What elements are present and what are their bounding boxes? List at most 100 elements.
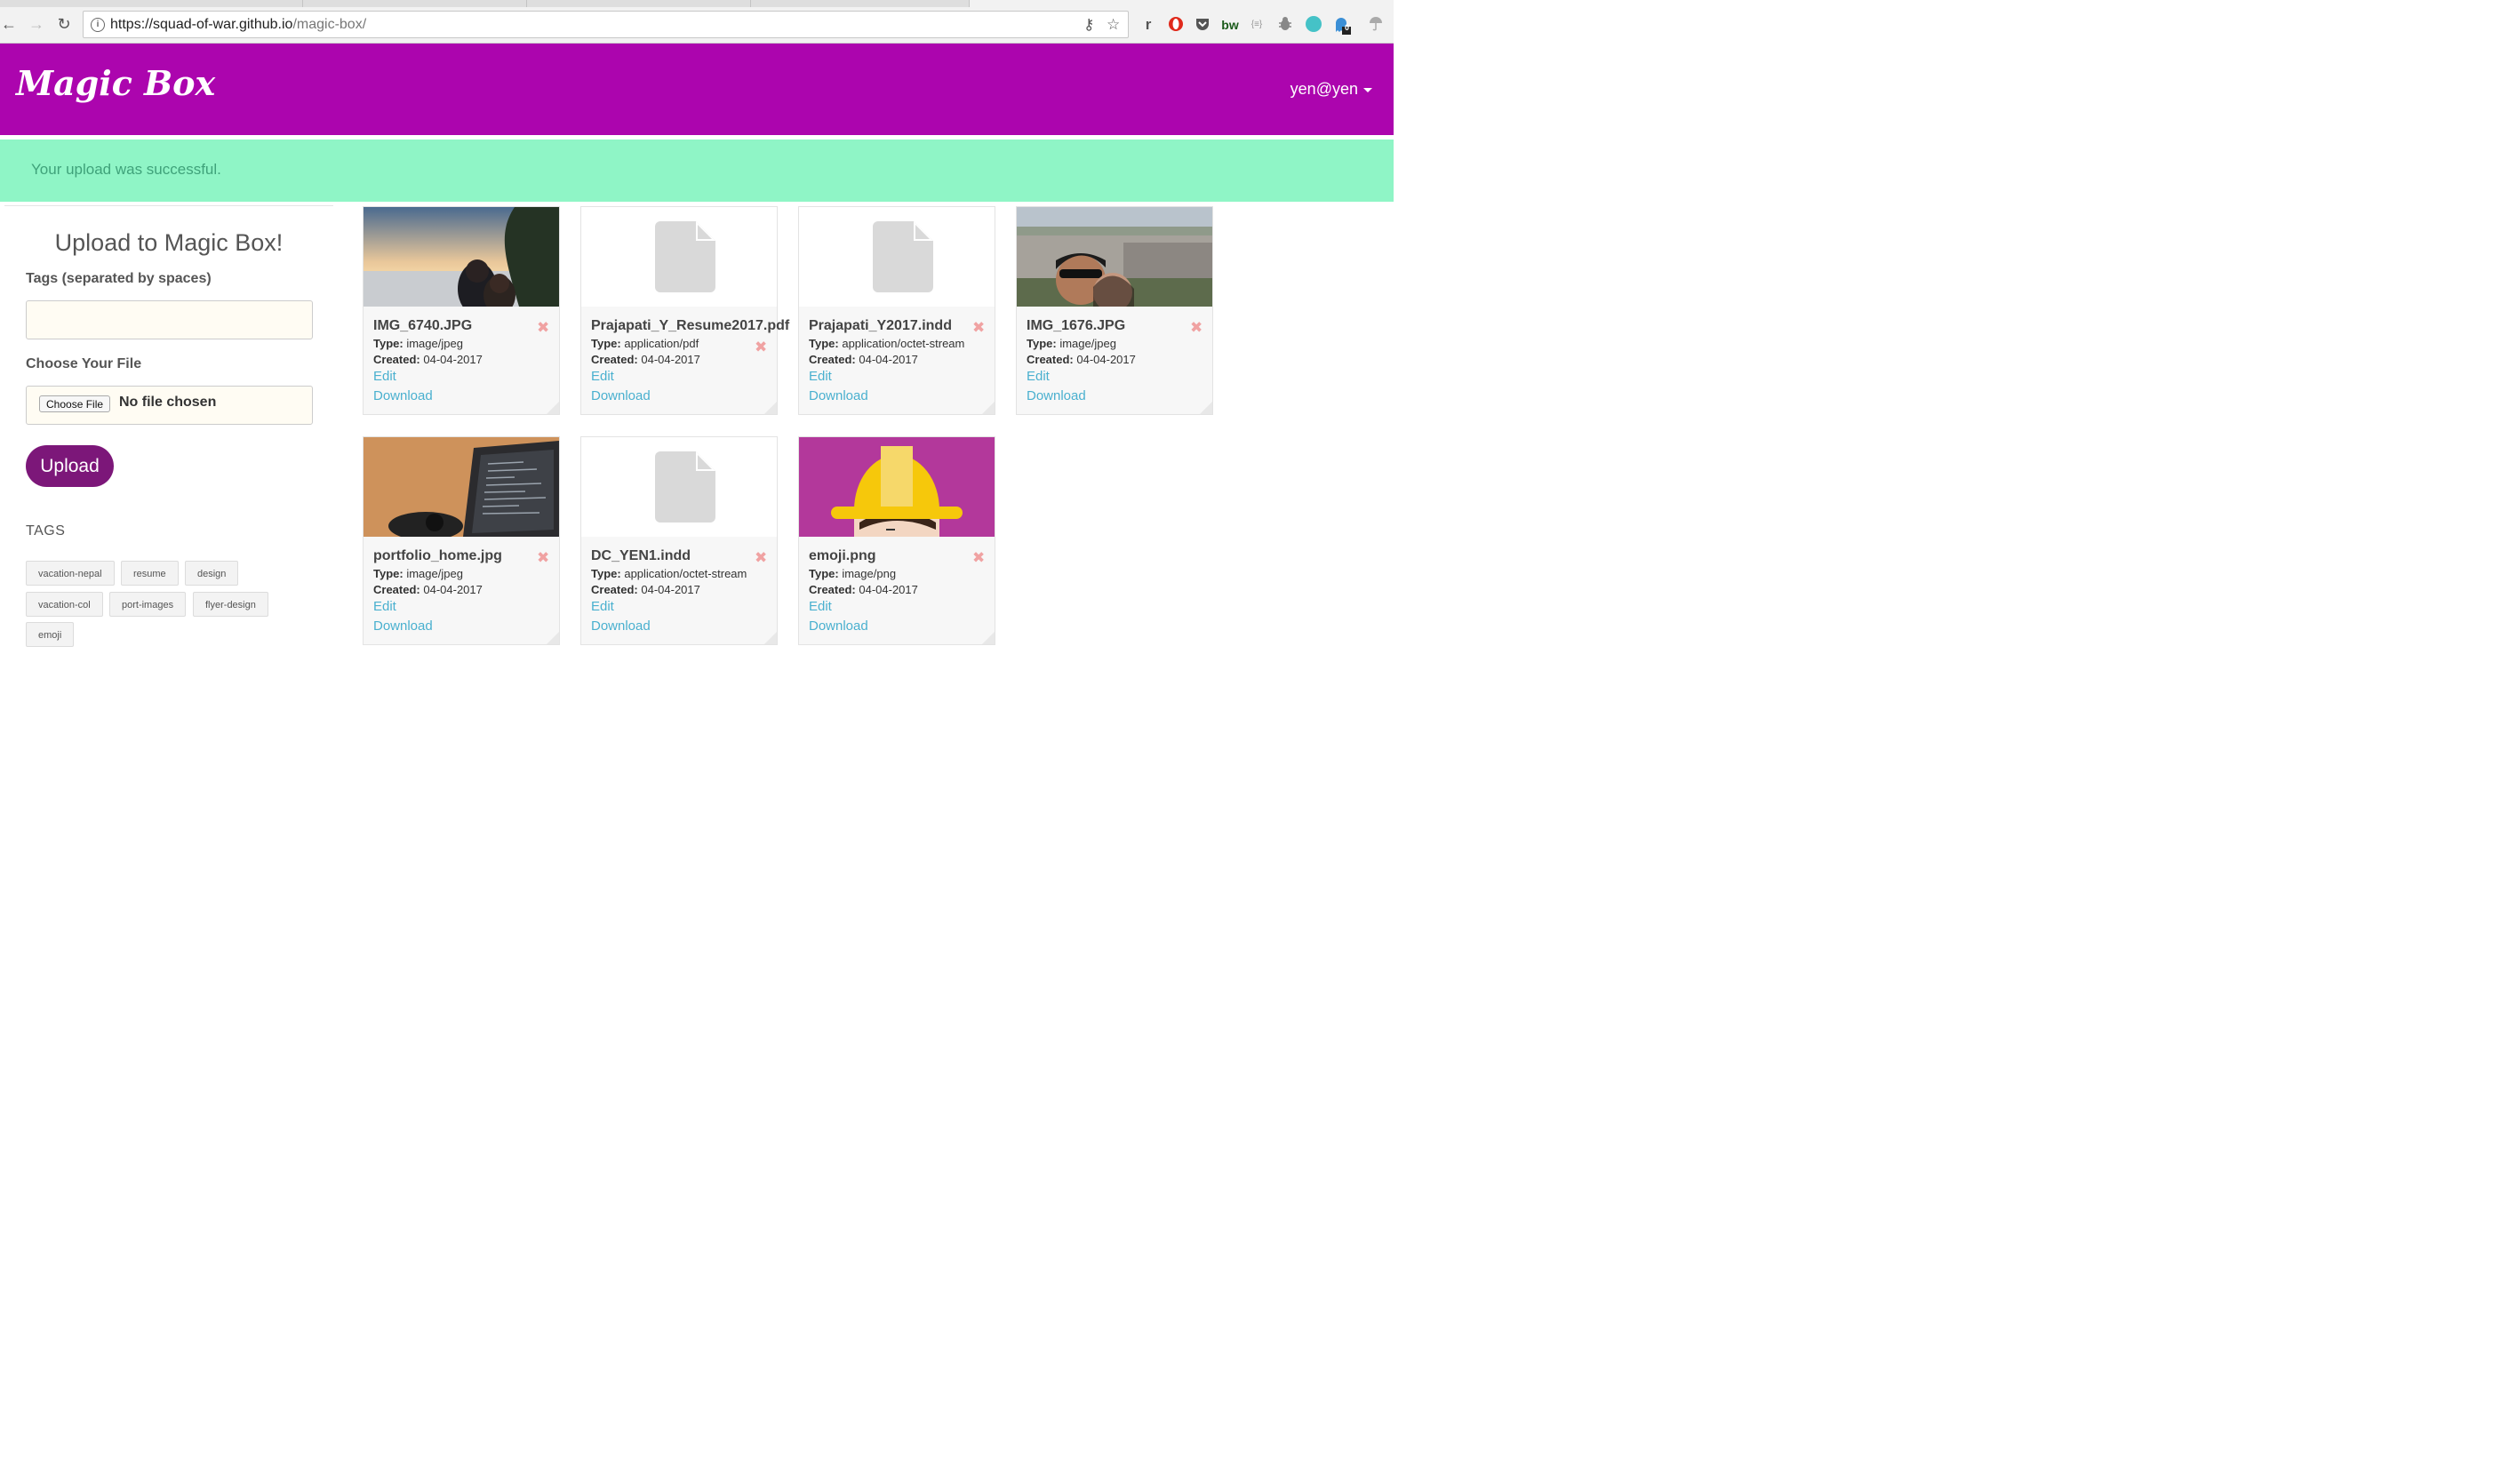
info-icon[interactable]: i	[91, 18, 105, 32]
edit-link[interactable]: Edit	[809, 599, 832, 614]
file-created: Created: 04-04-2017	[591, 583, 700, 596]
delete-x-icon[interactable]: ✖	[537, 319, 549, 337]
teal-circle-extension-icon[interactable]	[1305, 16, 1322, 34]
file-name: emoji.png	[809, 548, 876, 563]
tag-resume[interactable]: resume	[121, 561, 179, 586]
resize-corner	[764, 402, 777, 414]
upload-button[interactable]: Upload	[26, 445, 114, 487]
file-type: Type: image/jpeg	[373, 567, 463, 580]
opera-extension-icon[interactable]	[1167, 16, 1185, 34]
delete-x-icon[interactable]: ✖	[537, 549, 549, 567]
document-icon-thumbnail[interactable]	[799, 207, 995, 307]
file-created: Created: 04-04-2017	[373, 353, 483, 366]
file-type: Type: image/jpeg	[373, 337, 463, 350]
document-icon-thumbnail[interactable]	[581, 437, 777, 537]
browser-tab[interactable]	[302, 0, 526, 7]
edit-link[interactable]: Edit	[1027, 369, 1050, 384]
back-arrow-icon[interactable]: ←	[0, 14, 18, 34]
browser-tab[interactable]	[750, 0, 969, 7]
edit-link[interactable]: Edit	[373, 369, 396, 384]
file-name: portfolio_home.jpg	[373, 548, 502, 563]
forward-arrow-icon[interactable]: →	[28, 14, 45, 34]
download-link[interactable]: Download	[373, 618, 433, 634]
tags-heading: TAGS	[26, 523, 66, 539]
delete-x-icon[interactable]: ✖	[972, 319, 985, 337]
download-link[interactable]: Download	[1027, 388, 1086, 403]
file-input[interactable]: Choose File No file chosen	[26, 386, 313, 425]
pocket-icon[interactable]	[1194, 16, 1211, 34]
download-link[interactable]: Download	[373, 388, 433, 403]
browser-tab-active[interactable]	[969, 0, 1394, 7]
edit-link[interactable]: Edit	[373, 599, 396, 614]
download-link[interactable]: Download	[591, 388, 651, 403]
delete-x-icon[interactable]: ✖	[755, 339, 767, 356]
delete-x-icon[interactable]: ✖	[972, 549, 985, 567]
json-extension-icon[interactable]: {≡}	[1248, 16, 1266, 34]
success-alert: Your upload was successful.	[0, 140, 1394, 202]
edit-link[interactable]: Edit	[809, 369, 832, 384]
bug-icon[interactable]	[1276, 16, 1294, 34]
download-link[interactable]: Download	[809, 388, 868, 403]
tags-label: Tags (separated by spaces)	[26, 271, 212, 286]
choose-file-label: Choose Your File	[26, 356, 142, 371]
delete-x-icon[interactable]: ✖	[755, 549, 767, 567]
edit-link[interactable]: Edit	[591, 599, 614, 614]
file-card: IMG_1676.JPG ✖ Type: image/jpeg Created:…	[1016, 206, 1213, 415]
user-dropdown[interactable]: yen@yen	[1290, 80, 1372, 99]
edit-link[interactable]: Edit	[591, 369, 614, 384]
file-card: IMG_6740.JPG ✖ Type: image/jpeg Created:…	[363, 206, 560, 415]
ghostery-icon[interactable]: 0	[1333, 16, 1351, 35]
file-name: Prajapati_Y_Resume2017.pdf	[591, 318, 790, 333]
file-created: Created: 04-04-2017	[373, 583, 483, 596]
bw-extension-icon[interactable]: bw	[1221, 16, 1239, 34]
resize-corner	[982, 402, 995, 414]
sunset-photo-thumbnail[interactable]	[364, 207, 559, 307]
reload-icon[interactable]: ↻	[55, 14, 73, 34]
browser-tab[interactable]	[526, 0, 750, 7]
key-icon[interactable]: ⚷	[1083, 16, 1094, 34]
tag-vacation-nepal[interactable]: vacation-nepal	[26, 561, 115, 586]
sidebar-divider	[4, 205, 333, 206]
extension-r-icon[interactable]: r	[1139, 16, 1157, 34]
user-email: yen@yen	[1290, 80, 1358, 98]
file-type: Type: application/pdf	[591, 337, 699, 350]
file-type: Type: application/octet-stream	[591, 567, 747, 580]
file-type: Type: image/jpeg	[1027, 337, 1116, 350]
file-status: No file chosen	[119, 395, 217, 410]
city-photo-thumbnail[interactable]	[1017, 207, 1212, 307]
download-link[interactable]: Download	[809, 618, 868, 634]
file-card: DC_YEN1.indd ✖ Type: application/octet-s…	[580, 436, 778, 645]
tags-input[interactable]	[26, 300, 313, 339]
ghostery-count: 0	[1345, 23, 1350, 32]
tag-vacation-col[interactable]: vacation-col	[26, 592, 103, 617]
tag-emoji[interactable]: emoji	[26, 622, 75, 647]
emoji-image-thumbnail[interactable]	[799, 437, 995, 537]
file-type: Type: application/octet-stream	[809, 337, 965, 350]
file-card: Prajapati_Y2017.indd ✖ Type: application…	[798, 206, 995, 415]
upload-sidebar: Upload to Magic Box! Tags (separated by …	[4, 205, 333, 647]
choose-file-button[interactable]: Choose File	[39, 395, 111, 412]
file-created: Created: 04-04-2017	[809, 583, 918, 596]
browser-toolbar: ← → ↻ i https://squad-of-war.github.io/m…	[0, 7, 1394, 44]
download-link[interactable]: Download	[591, 618, 651, 634]
alert-message: Your upload was successful.	[31, 161, 221, 178]
umbrella-extension-icon[interactable]	[1367, 16, 1385, 34]
tag-flyer-design[interactable]: flyer-design	[193, 592, 268, 617]
caret-down-icon	[1363, 87, 1372, 92]
file-created: Created: 04-04-2017	[591, 353, 700, 366]
resize-corner	[982, 632, 995, 644]
laptop-photo-thumbnail[interactable]	[364, 437, 559, 537]
address-bar[interactable]: i https://squad-of-war.github.io/magic-b…	[83, 11, 1129, 38]
resize-corner	[547, 632, 559, 644]
file-name: IMG_6740.JPG	[373, 318, 473, 333]
file-card: Prajapati_Y_Resume2017.pdf ✖ Type: appli…	[580, 206, 789, 415]
tag-port-images[interactable]: port-images	[109, 592, 187, 617]
address-url[interactable]: https://squad-of-war.github.io/magic-box…	[110, 17, 366, 33]
magic-box-logo[interactable]: Magic Box	[16, 63, 215, 103]
star-bookmark-icon[interactable]: ☆	[1107, 16, 1120, 34]
document-icon-thumbnail[interactable]	[581, 207, 777, 307]
delete-x-icon[interactable]: ✖	[1190, 319, 1203, 337]
tag-design[interactable]: design	[185, 561, 239, 586]
file-created: Created: 04-04-2017	[809, 353, 918, 366]
document-icon	[655, 221, 715, 292]
